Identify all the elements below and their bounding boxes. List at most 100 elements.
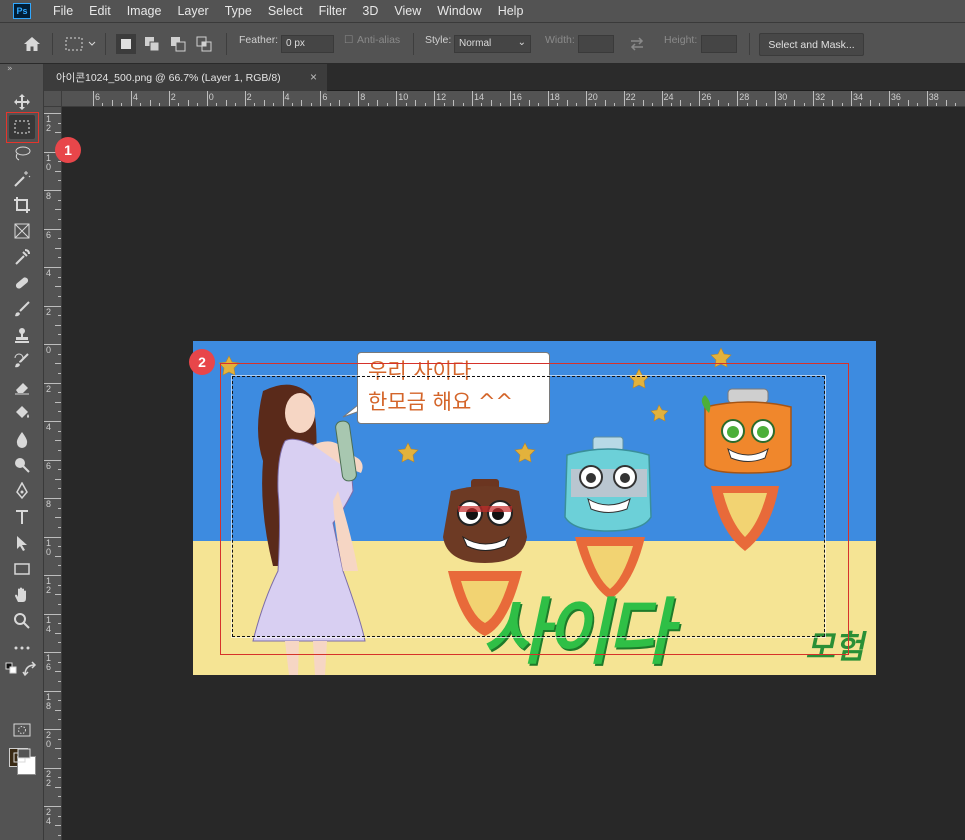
ruler-major-tick	[547, 91, 549, 106]
vertical-ruler[interactable]: 1 2 1 0 8 6 4 2 0 2 4 6 8 1 0 1 2 1 4 1 6 1 8 2 0 2 2 2 4	[44, 107, 62, 840]
ruler-minor-tick	[235, 103, 237, 106]
menu-edit[interactable]: Edit	[81, 4, 119, 18]
rectangle-tool-icon[interactable]	[9, 557, 35, 581]
menu-3d[interactable]: 3D	[354, 4, 386, 18]
height-label: Height:	[664, 34, 698, 46]
ruler-minor-tick	[58, 180, 61, 182]
ruler-major-tick	[320, 91, 322, 106]
zoom-tool-icon[interactable]	[9, 609, 35, 633]
eraser-tool-icon[interactable]	[9, 375, 35, 399]
tool-preset-picker[interactable]	[64, 34, 98, 54]
ruler-minor-tick	[756, 100, 758, 106]
select-and-mask-button[interactable]: Select and Mask...	[759, 33, 864, 56]
move-tool-icon[interactable]	[9, 90, 35, 114]
ruler-minor-tick	[291, 103, 293, 106]
add-to-selection-icon[interactable]	[142, 34, 162, 54]
ruler-minor-tick	[55, 286, 61, 288]
brush-tool-icon[interactable]	[9, 297, 35, 321]
step-badge-2: 2	[189, 349, 215, 375]
menu-layer[interactable]: Layer	[169, 4, 216, 18]
antialias-checkbox[interactable]: ☐	[344, 34, 353, 46]
new-selection-icon[interactable]	[116, 34, 136, 54]
feather-input[interactable]: 0 px	[281, 35, 334, 53]
menu-view[interactable]: View	[386, 4, 429, 18]
ruler-label: 4	[46, 422, 52, 432]
ruler-minor-tick	[58, 738, 61, 740]
frame-tool-icon[interactable]	[9, 219, 35, 243]
photoshop-window: Ps File Edit Image Layer Type Select Fil…	[0, 0, 965, 840]
style-select-value: Normal	[459, 38, 492, 49]
ruler-minor-tick	[58, 680, 61, 682]
ruler-label: 22	[625, 92, 636, 102]
screen-mode-icon[interactable]	[9, 744, 35, 768]
pen-tool-icon[interactable]	[9, 479, 35, 503]
blur-tool-icon[interactable]	[9, 427, 35, 451]
intersect-selection-icon[interactable]	[194, 34, 214, 54]
lasso-tool-icon[interactable]	[9, 141, 35, 165]
height-input[interactable]	[701, 35, 737, 53]
horizontal-ruler[interactable]: 6 4 2 0 2 4 6 8 10 12 14 16 18 20 22 24 26 28 30 32 34 36 38	[44, 91, 965, 107]
width-input[interactable]	[578, 35, 614, 53]
ruler-label: 8	[46, 191, 52, 201]
swap-colors-icon[interactable]	[22, 661, 40, 678]
ruler-minor-tick	[55, 517, 61, 519]
ruler-minor-tick	[538, 103, 540, 106]
collapse-panel-icon[interactable]: »	[7, 64, 13, 74]
subtract-from-selection-icon[interactable]	[168, 34, 188, 54]
menu-type[interactable]: Type	[217, 4, 260, 18]
ruler-minor-tick	[187, 100, 189, 106]
home-icon[interactable]	[22, 34, 42, 54]
menu-window[interactable]: Window	[429, 4, 489, 18]
ruler-minor-tick	[58, 507, 61, 509]
default-colors-icon[interactable]	[4, 662, 22, 678]
style-select[interactable]: Normal ⌄	[454, 35, 531, 53]
ruler-minor-tick	[58, 815, 61, 817]
ruler-minor-tick	[907, 100, 909, 106]
menu-image[interactable]: Image	[119, 4, 170, 18]
healing-brush-tool-icon[interactable]	[9, 271, 35, 295]
ruler-minor-tick	[55, 709, 61, 711]
swap-width-height-icon[interactable]	[627, 34, 647, 54]
ruler-major-tick	[130, 91, 132, 106]
magic-wand-tool-icon[interactable]	[9, 167, 35, 191]
menu-help[interactable]: Help	[490, 4, 532, 18]
ruler-major-tick	[813, 91, 815, 106]
crop-tool-icon[interactable]	[9, 193, 35, 217]
ruler-minor-tick	[566, 100, 568, 106]
ruler-minor-tick	[443, 103, 445, 106]
menu-select[interactable]: Select	[260, 4, 311, 18]
clone-stamp-tool-icon[interactable]	[9, 323, 35, 347]
dodge-tool-icon[interactable]	[9, 453, 35, 477]
ruler-label: 14	[474, 92, 485, 102]
ruler-label: 2	[46, 306, 52, 317]
paint-bucket-tool-icon[interactable]	[9, 401, 35, 425]
document-tab[interactable]: 아이콘1024_500.png @ 66.7% (Layer 1, RGB/8)…	[44, 64, 327, 91]
type-tool-icon[interactable]	[9, 505, 35, 529]
ruler-minor-tick	[58, 623, 61, 625]
close-tab-icon[interactable]: ×	[310, 70, 317, 84]
ruler-major-tick	[434, 91, 436, 106]
ruler-minor-tick	[415, 100, 417, 106]
photoshop-logo-icon: Ps	[13, 3, 31, 19]
ruler-minor-tick	[576, 103, 578, 106]
eyedropper-tool-icon[interactable]	[9, 245, 35, 269]
more-tools-icon[interactable]	[9, 636, 35, 660]
ruler-label: 4	[46, 268, 52, 278]
ruler-minor-tick	[111, 100, 113, 106]
quick-mask-icon[interactable]	[9, 718, 35, 742]
ruler-major-tick	[168, 91, 170, 106]
path-selection-tool-icon[interactable]	[9, 531, 35, 555]
history-brush-tool-icon[interactable]	[9, 349, 35, 373]
ruler-minor-tick	[329, 103, 331, 106]
hand-tool-icon[interactable]	[9, 583, 35, 607]
ruler-minor-tick	[58, 276, 61, 278]
ruler-label: 0	[46, 345, 52, 355]
menu-file[interactable]: File	[45, 4, 81, 18]
menu-filter[interactable]: Filter	[311, 4, 355, 18]
ruler-minor-tick	[841, 103, 843, 106]
ruler-minor-tick	[652, 103, 654, 106]
ruler-label: 6	[95, 92, 101, 102]
ruler-label: 1 6	[46, 653, 52, 672]
ruler-minor-tick	[898, 103, 900, 106]
ruler-origin[interactable]	[44, 91, 62, 107]
